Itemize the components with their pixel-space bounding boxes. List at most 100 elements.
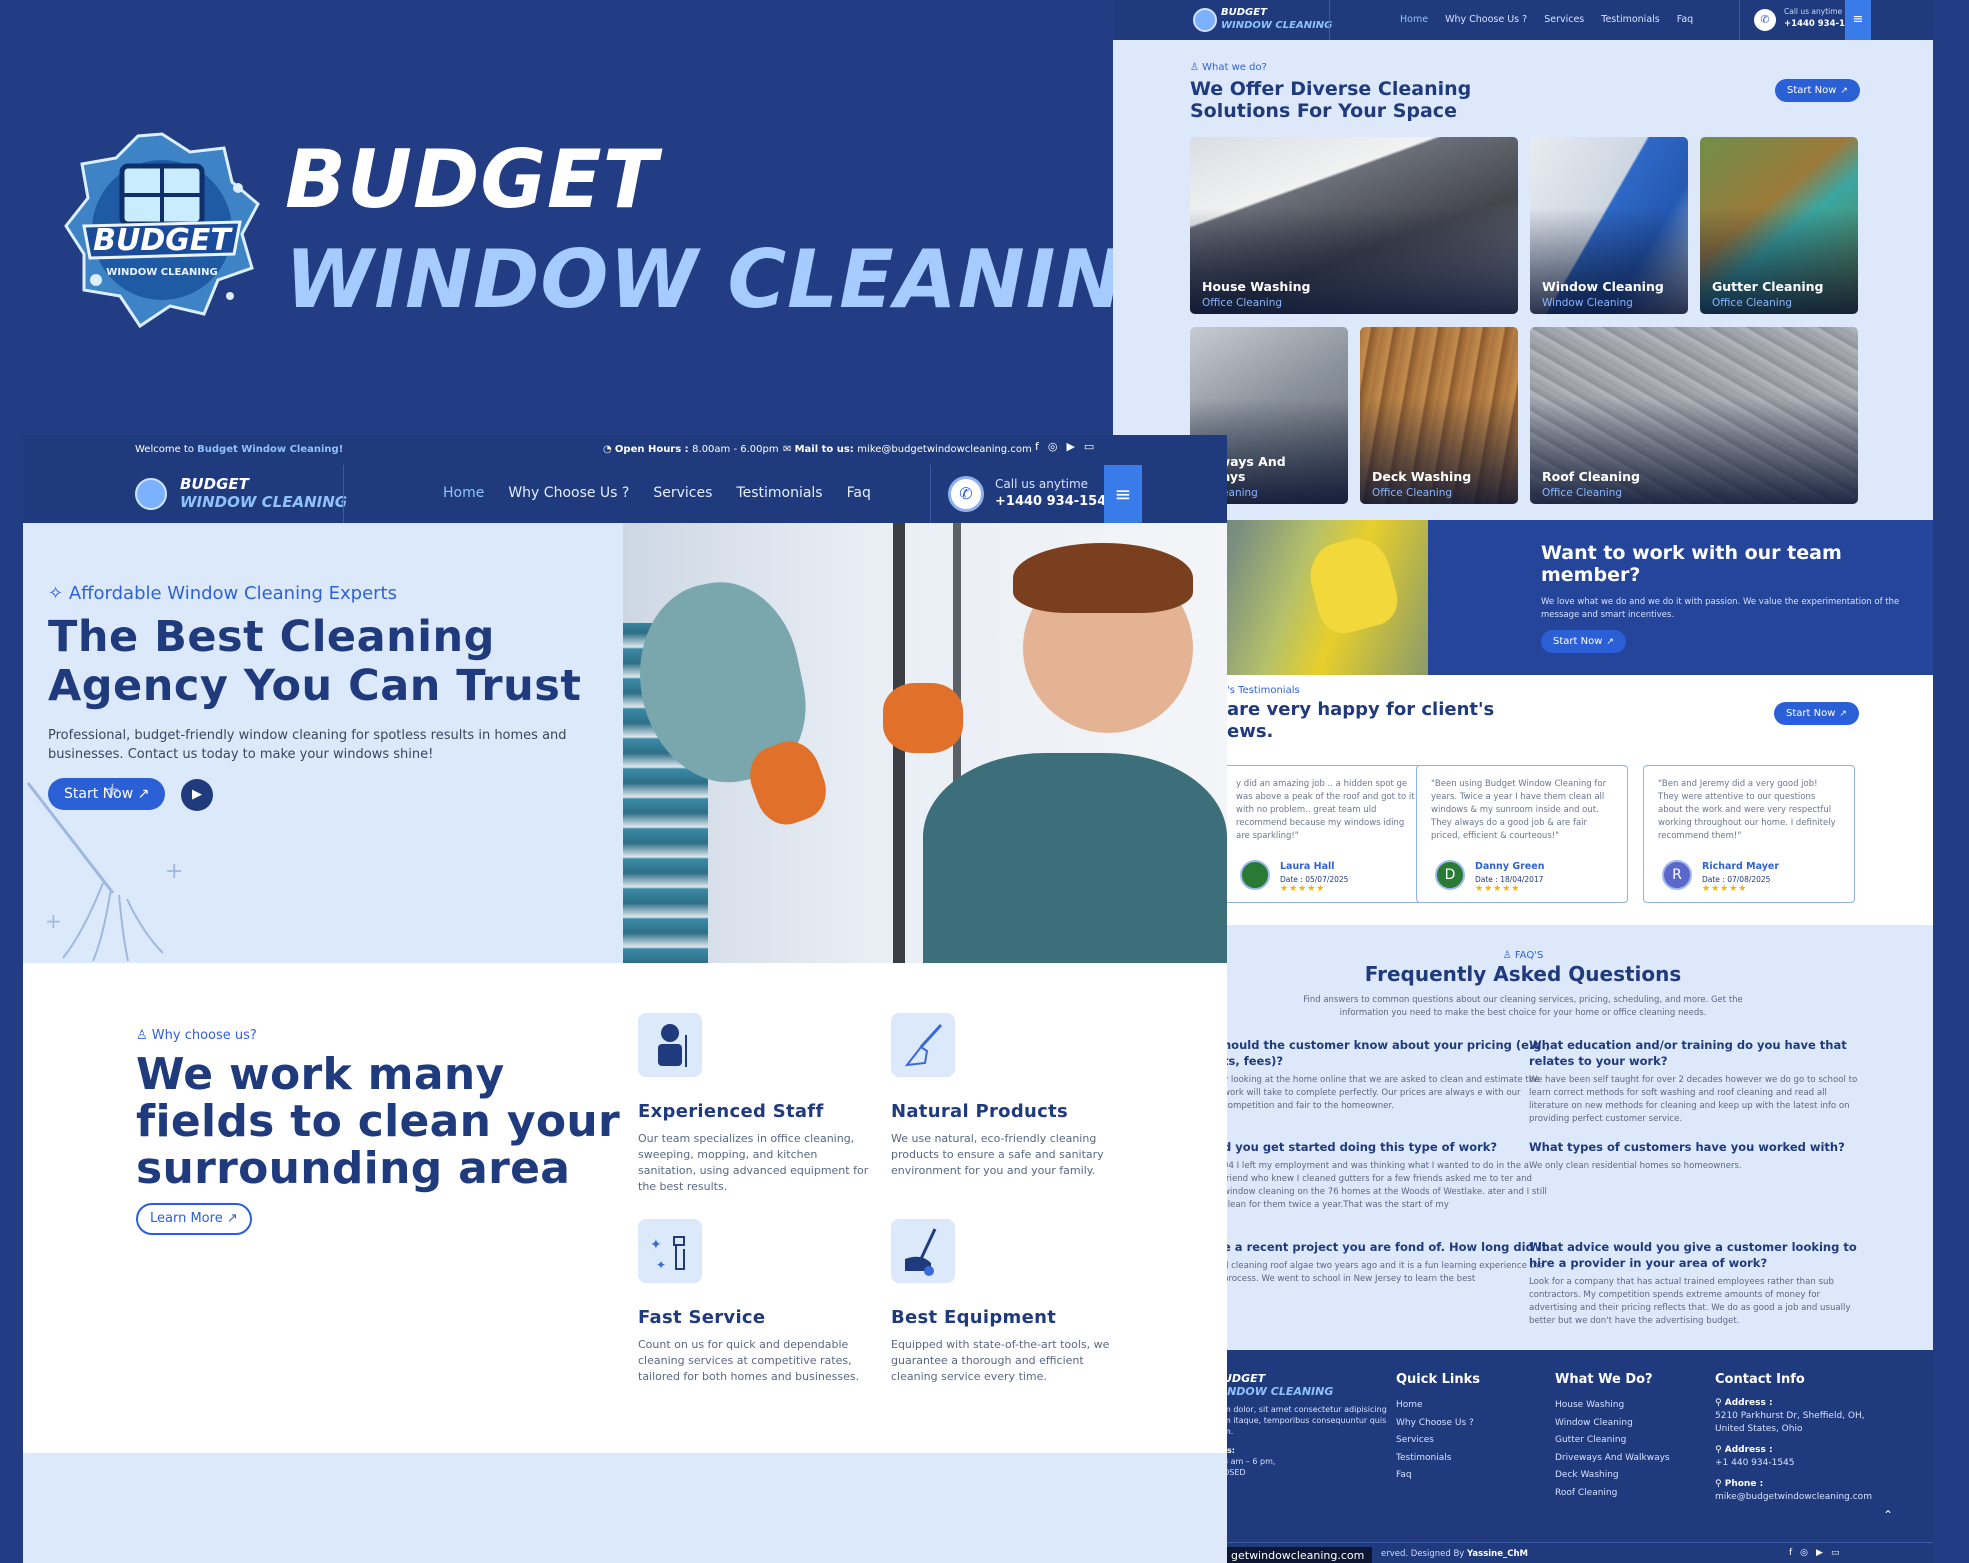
footer-link[interactable]: Faq [1396, 1467, 1480, 1485]
avatar: D [1435, 860, 1465, 890]
faq-item[interactable]: What education and/or training do you ha… [1529, 1037, 1859, 1126]
footer-link[interactable]: Testimonials [1396, 1450, 1480, 1468]
testimonial-card: "Ben and Jeremy did a very good job! The… [1643, 765, 1855, 903]
testimonial-card: "Been using Budget Window Cleaning for y… [1416, 765, 1628, 903]
social-icons[interactable]: f◎▶▭ [1035, 440, 1103, 453]
footer-link[interactable]: Window Cleaning [1555, 1415, 1670, 1433]
rp-menu: Home Why Choose Us ? Services Testimonia… [1400, 14, 1693, 25]
learn-more-button[interactable]: Learn More ↗ [136, 1203, 252, 1235]
footer-social-icons[interactable]: f◎▶▭ [1789, 1548, 1847, 1558]
rp-menu-testimonials[interactable]: Testimonials [1601, 14, 1659, 25]
broom-illustration-icon: + + + [26, 779, 183, 962]
hero-photo [623, 523, 1227, 963]
footer-link[interactable]: Services [1396, 1432, 1480, 1450]
brand-title-line2: WINDOW CLEANING [285, 233, 1192, 326]
avatar [1240, 860, 1270, 890]
rp-logo-icon [1193, 8, 1217, 32]
rp-testimonials: 's Testimonials are very happy for clien… [1113, 675, 1933, 925]
rp-team-banner: Want to work with our team member? We lov… [1113, 520, 1933, 675]
location-pin-icon: ⚲ [1715, 1398, 1725, 1408]
team-desc: We love what we do and we do it with pas… [1541, 597, 1900, 620]
service-card-house-washing[interactable]: House Washing Office Cleaning [1190, 137, 1518, 314]
location-pin-icon: ⚲ [1715, 1479, 1725, 1489]
open-hours: ◔ Open Hours : 8.00am - 6.00pm [603, 444, 779, 455]
team-start-button[interactable]: Start Now ↗ [1541, 630, 1626, 653]
location-pin-icon: ⚲ [1715, 1445, 1725, 1455]
phone-icon: ✆ [1754, 9, 1776, 31]
rp-menu-services[interactable]: Services [1544, 14, 1584, 25]
menu-why-choose-us[interactable]: Why Choose Us ? [508, 485, 629, 501]
footer-url: getwindowcleaning.com [1223, 1547, 1373, 1563]
testimonials-start-button[interactable]: Start Now ↗ [1774, 702, 1859, 725]
top-info-bar: Welcome to Budget Window Cleaning! ◔ Ope… [23, 435, 1227, 465]
avatar: R [1662, 860, 1692, 890]
service-card-deck-washing[interactable]: Deck Washing Office Cleaning [1360, 327, 1518, 504]
rating-stars-icon: ★★★★★ [1280, 884, 1326, 894]
nav-logo-text[interactable]: BUDGET WINDOW CLEANING [180, 475, 347, 511]
rp-services-title: We Offer Diverse Cleaning Solutions For Y… [1190, 78, 1472, 122]
footer-link[interactable]: Deck Washing [1555, 1467, 1670, 1485]
menu-hamburger-icon[interactable]: ≡ [1845, 0, 1871, 40]
mail-icon: ✉ [783, 444, 795, 455]
footer-contact: Contact Info ⚲ Address : 5210 Parkhurst … [1715, 1372, 1872, 1502]
rp-logo-text[interactable]: BUDGET WINDOW CLEANING [1221, 6, 1332, 32]
menu-testimonials[interactable]: Testimonials [736, 485, 822, 501]
svg-text:+: + [45, 909, 62, 933]
team-title: Want to work with our team member? [1541, 542, 1842, 586]
sparkle-spray-icon: ✦ ✦ [638, 1219, 702, 1283]
footer-link[interactable]: House Washing [1555, 1397, 1670, 1415]
clock-icon: ◔ [603, 444, 615, 455]
phone-icon: ✆ [948, 476, 984, 512]
service-card-roof-cleaning[interactable]: Roof Cleaning Office Cleaning [1530, 327, 1858, 504]
scroll-top-icon[interactable]: ⌃ [1883, 1508, 1893, 1522]
mail-info[interactable]: ✉ Mail to us: mike@budgetwindowcleaning.… [783, 444, 1032, 455]
brand-title-line1: BUDGET [285, 133, 659, 226]
why-eyebrow: ♙ Why choose us? [136, 1028, 257, 1043]
menu-home[interactable]: Home [443, 485, 484, 501]
rp-call-block[interactable]: ✆ Call us anytime +1440 934-1545 [1739, 0, 1863, 40]
footer-link[interactable]: Gutter Cleaning [1555, 1432, 1670, 1450]
svg-text:WINDOW CLEANING: WINDOW CLEANING [106, 267, 217, 278]
left-site-preview: Welcome to Budget Window Cleaning! ◔ Ope… [23, 435, 1227, 1563]
hero-desc: Professional, budget-friendly window cle… [48, 728, 567, 762]
staff-icon [638, 1013, 702, 1077]
faq-item[interactable]: d you get started doing this type of wor… [1223, 1139, 1553, 1212]
service-card-window-cleaning[interactable]: Window Cleaning Window Cleaning [1530, 137, 1688, 314]
call-block[interactable]: ✆ Call us anytime +1440 934-1545 [943, 465, 1123, 523]
rp-services-eyebrow: ♙ What we do? [1190, 62, 1267, 73]
faq-item[interactable]: What types of customers have you worked … [1529, 1139, 1859, 1173]
logo-badge-icon: BUDGET WINDOW CLEANING [64, 132, 260, 329]
main-menu: Home Why Choose Us ? Services Testimonia… [443, 485, 871, 501]
faq-item[interactable]: e a recent project you are fond of. How … [1223, 1239, 1553, 1286]
vacuum-icon [891, 1219, 955, 1283]
logo-icon [135, 478, 167, 510]
rp-footer: UDGET INDOW CLEANING m dolor, sit amet c… [1113, 1350, 1933, 1563]
footer-link[interactable]: Roof Cleaning [1555, 1485, 1670, 1503]
rp-faq: ♙ FAQ'S Frequently Asked Questions Find … [1113, 925, 1933, 1350]
main-navbar: BUDGET WINDOW CLEANING Home Why Choose Us… [23, 465, 1227, 523]
rp-menu-faq[interactable]: Faq [1677, 14, 1693, 25]
welcome-text: Welcome to Budget Window Cleaning! [135, 444, 344, 455]
footer-link[interactable]: Why Choose Us ? [1396, 1415, 1480, 1433]
brand-logo: BUDGET WINDOW CLEANING [62, 130, 262, 330]
faq-item[interactable]: hould the customer know about your prici… [1223, 1037, 1553, 1113]
menu-hamburger-icon[interactable]: ≡ [1104, 465, 1142, 523]
rp-menu-why[interactable]: Why Choose Us ? [1445, 14, 1527, 25]
footer-about: UDGET INDOW CLEANING m dolor, sit amet c… [1223, 1372, 1387, 1477]
testimonials-title: are very happy for client's ews. [1227, 699, 1495, 742]
testimonial-card: y did an amazing job .. a hidden spot ge… [1221, 765, 1433, 903]
footer-copyright: erved. Designed By Yassine_ChM [1381, 1549, 1528, 1559]
hero-section: ✧ Affordable Window Cleaning Experts The… [23, 523, 1227, 963]
menu-services[interactable]: Services [653, 485, 712, 501]
svg-text:✦: ✦ [650, 1237, 662, 1253]
service-card-gutter-cleaning[interactable]: Gutter Cleaning Office Cleaning [1700, 137, 1858, 314]
rp-services-start-button[interactable]: Start Now ↗ [1775, 79, 1860, 102]
footer-link[interactable]: Home [1396, 1397, 1480, 1415]
svg-text:+: + [165, 859, 183, 884]
faq-item[interactable]: What advice would you give a customer lo… [1529, 1239, 1859, 1328]
menu-faq[interactable]: Faq [847, 485, 871, 501]
footer-quick-links: Quick Links Home Why Choose Us ? Service… [1396, 1372, 1480, 1485]
footer-link[interactable]: Driveways And Walkways [1555, 1450, 1670, 1468]
faq-desc: Find answers to common questions about o… [1303, 995, 1743, 1018]
rp-menu-home[interactable]: Home [1400, 14, 1428, 25]
